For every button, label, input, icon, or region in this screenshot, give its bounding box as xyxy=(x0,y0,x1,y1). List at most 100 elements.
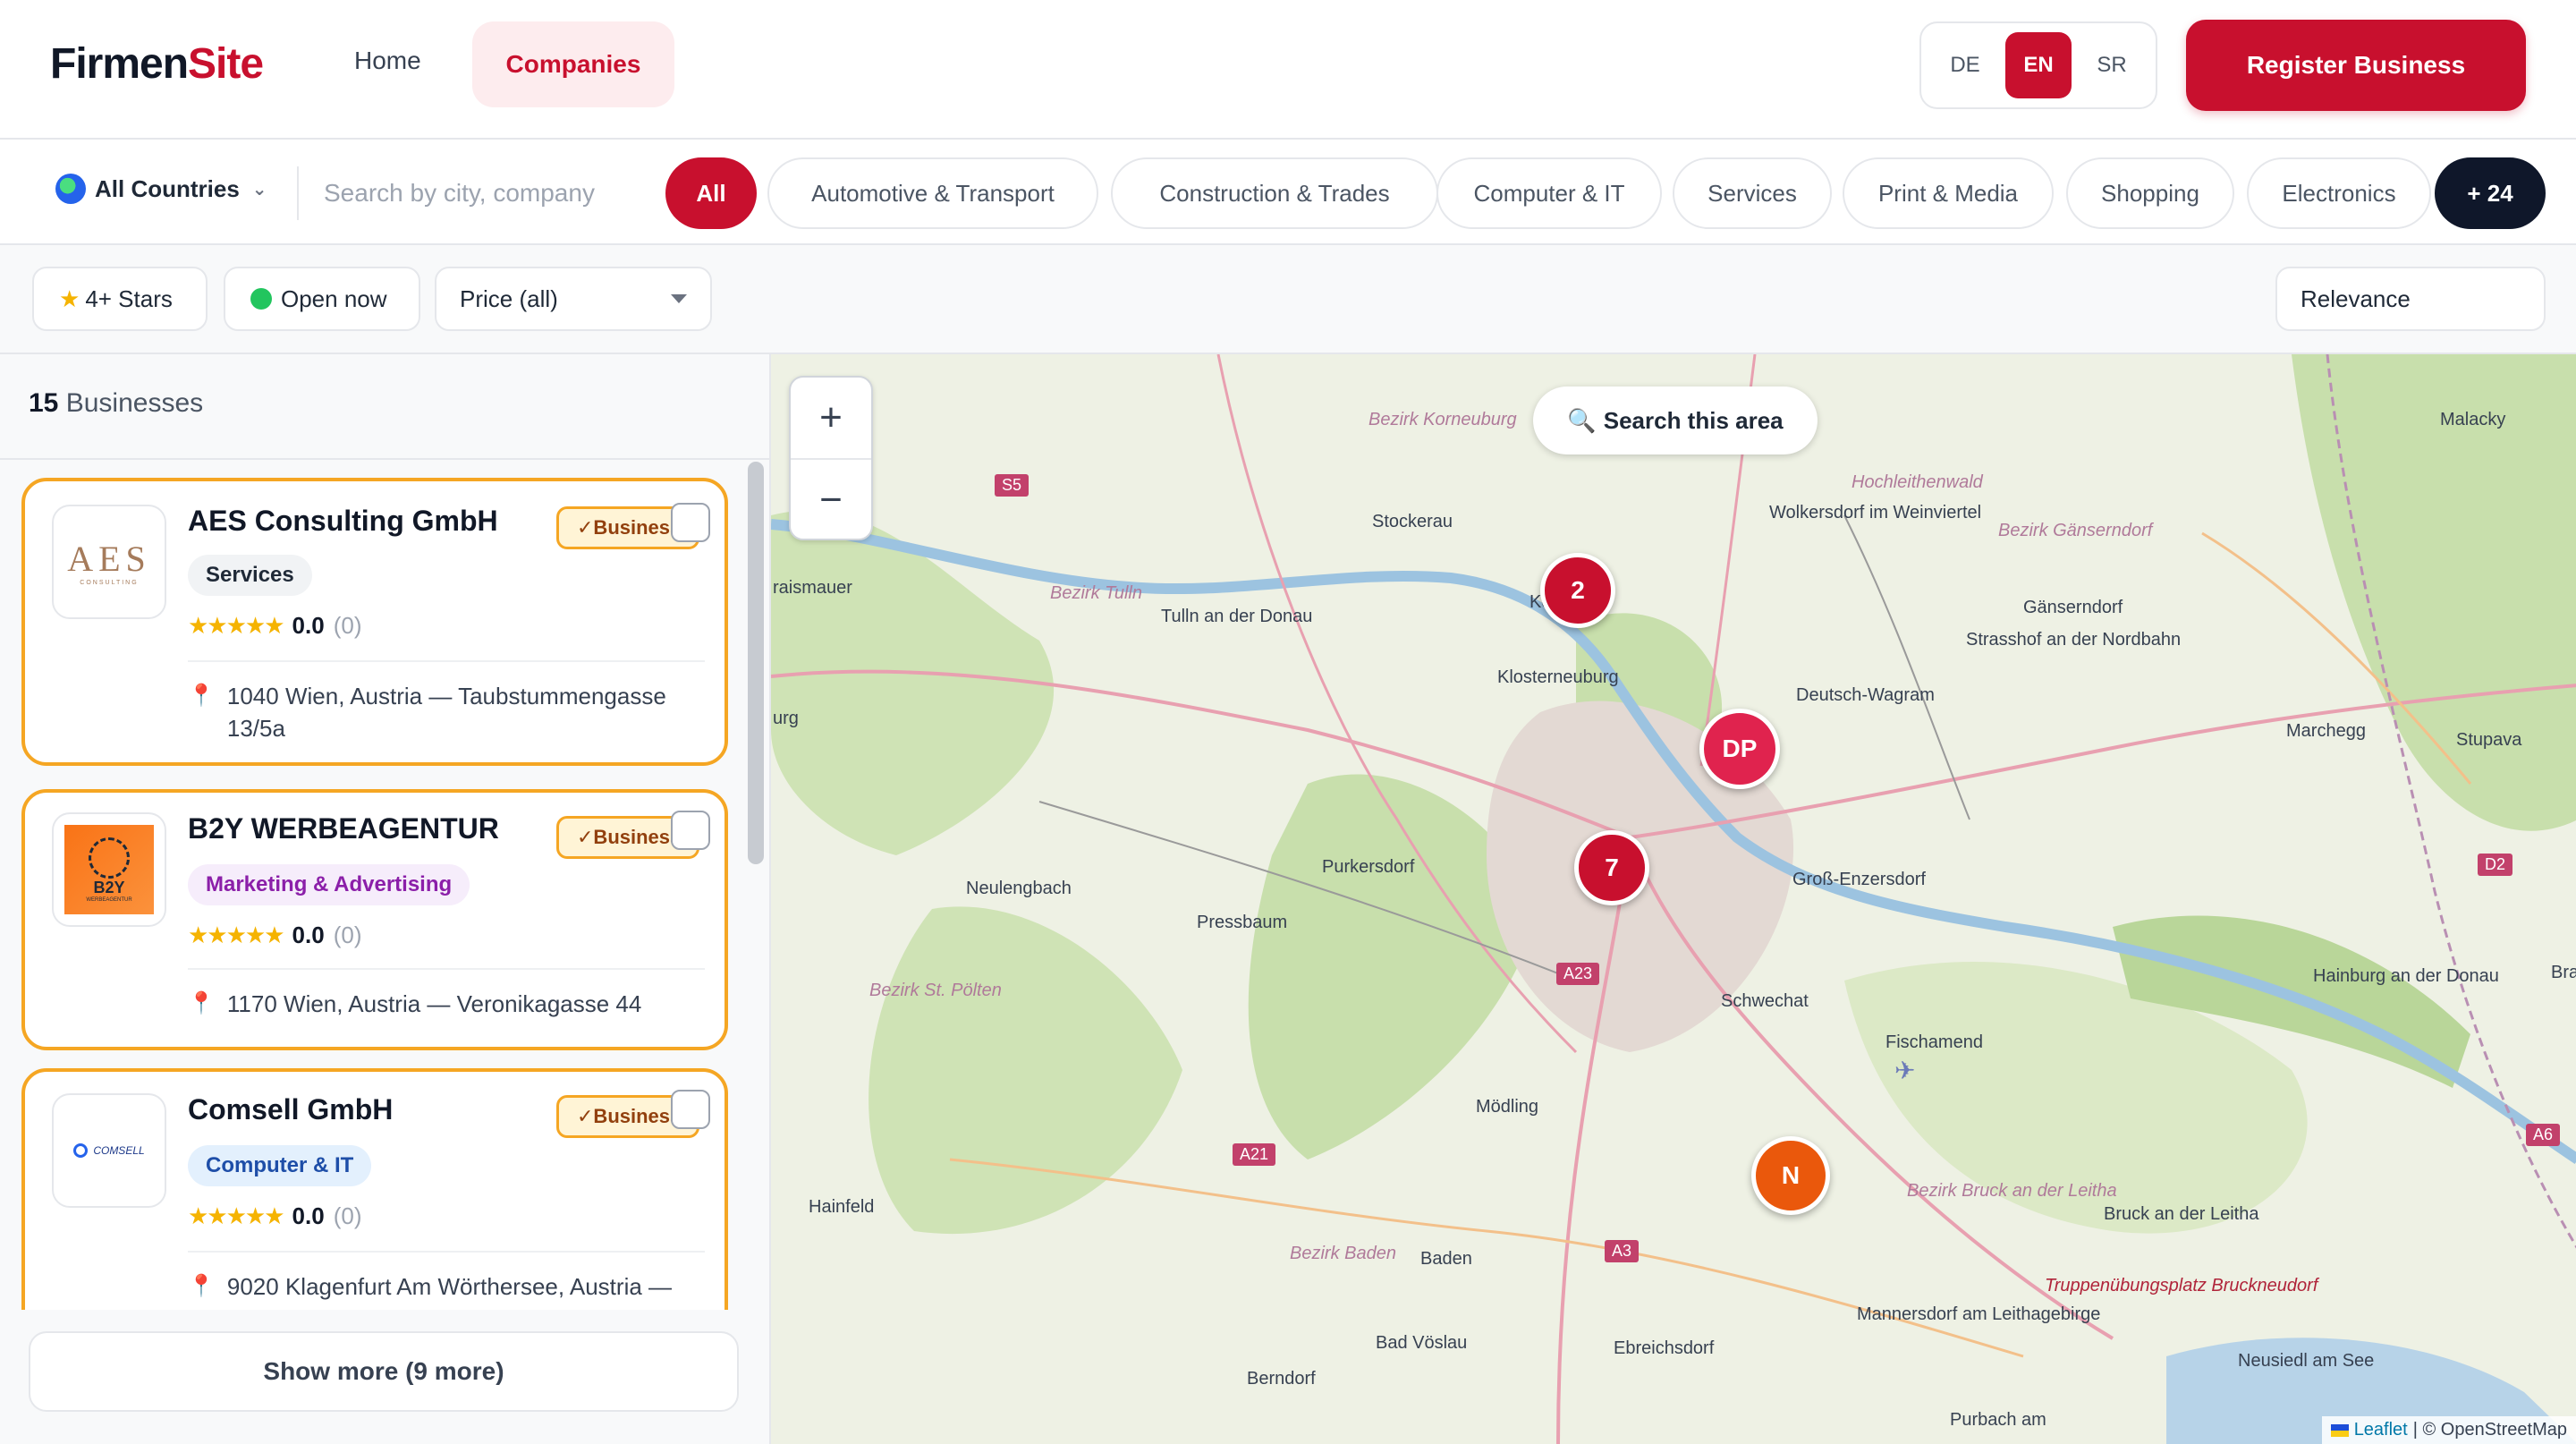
divider xyxy=(188,660,705,662)
map-place-label: Neulengbach xyxy=(966,879,1072,898)
map-place-label: Brat xyxy=(2551,963,2576,982)
map-place-label: Mödling xyxy=(1476,1097,1539,1117)
map-place-label: Stupava xyxy=(2456,730,2522,750)
map-place-label: Neusiedl am See xyxy=(2238,1351,2375,1371)
country-dropdown[interactable]: All Countries ⌄ xyxy=(55,174,267,204)
map-place-label: Truppenübungsplatz Bruckneudorf xyxy=(2045,1276,2318,1295)
map-place-label: Bezirk Bruck an der Leitha xyxy=(1907,1181,2117,1201)
business-logo: COMSELL xyxy=(52,1093,166,1208)
results-panel: 15 Businesses AES CONSULTING AES Consult… xyxy=(0,354,769,1444)
show-more-button[interactable]: Show more (9 more) xyxy=(29,1331,739,1412)
divider xyxy=(297,166,299,220)
zoom-out-button[interactable]: − xyxy=(791,460,871,540)
map-marker-cluster[interactable]: DP xyxy=(1699,709,1780,789)
chip-electronics[interactable]: Electronics xyxy=(2247,157,2431,229)
map-marker-cluster[interactable]: 2 xyxy=(1540,553,1615,628)
lang-en[interactable]: EN xyxy=(2005,32,2072,98)
caret-down-icon xyxy=(671,294,687,303)
map-place-label: Pressbaum xyxy=(1197,913,1288,932)
map-place-label: Bezirk Tulln xyxy=(1050,583,1142,603)
address-text: 1170 Wien, Austria — Veronikagasse 44 xyxy=(226,990,642,1017)
business-name[interactable]: Comsell GmbH xyxy=(188,1093,393,1126)
rating: ★★★★★ 0.0 (0) xyxy=(188,922,361,949)
lang-sr[interactable]: SR xyxy=(2079,32,2145,98)
map-place-label: Wolkersdorf im Weinviertel xyxy=(1769,503,1982,522)
map-place-label: Bad Vöslau xyxy=(1376,1333,1468,1353)
chip-all[interactable]: All xyxy=(665,157,757,229)
road-shield: D2 xyxy=(2478,854,2513,876)
business-address: 📍 1170 Wien, Austria — Veronikagasse 44 xyxy=(188,988,707,1020)
rating: ★★★★★ 0.0 (0) xyxy=(188,1202,361,1230)
map-marker-cluster[interactable]: 7 xyxy=(1574,830,1649,905)
category-tag: Marketing & Advertising xyxy=(188,864,470,905)
star-icon: ★ xyxy=(59,285,80,312)
results-scrollbar[interactable] xyxy=(748,462,764,864)
price-select[interactable]: Price (all) xyxy=(435,267,712,331)
map-attribution: Leaflet | © OpenStreetMap xyxy=(2321,1416,2576,1444)
chip-shopping[interactable]: Shopping xyxy=(2066,157,2234,229)
road-shield: A3 xyxy=(1605,1240,1640,1262)
results-list[interactable]: AES CONSULTING AES Consulting GmbH ✓Busi… xyxy=(0,460,769,1310)
logo[interactable]: FirmenSite xyxy=(50,39,264,89)
chip-automotive[interactable]: Automotive & Transport xyxy=(767,157,1098,229)
search-input[interactable] xyxy=(324,166,610,220)
sort-select[interactable]: Relevance xyxy=(2275,267,2546,331)
search-this-area-button[interactable]: 🔍 Search this area xyxy=(1533,386,1818,454)
chip-computer-it[interactable]: Computer & IT xyxy=(1436,157,1662,229)
chip-print-media[interactable]: Print & Media xyxy=(1843,157,2054,229)
register-business-button[interactable]: Register Business xyxy=(2186,20,2526,111)
logo-text: AES xyxy=(67,539,151,579)
divider xyxy=(188,968,705,970)
green-dot-icon xyxy=(250,288,272,310)
rating-stars: ★★★★★ xyxy=(188,1202,285,1229)
business-card[interactable]: B2Y WERBEAGENTUR B2Y WERBEAGENTUR ✓Busin… xyxy=(21,789,728,1050)
filter-open-now-button[interactable]: Open now xyxy=(224,267,420,331)
map-place-label: Marchegg xyxy=(2286,721,2366,741)
filter-open-label: Open now xyxy=(281,285,387,312)
road-shield: A23 xyxy=(1556,963,1600,985)
compare-checkbox[interactable] xyxy=(671,811,710,850)
sort-select-value: Relevance xyxy=(2301,285,2411,312)
ukraine-flag-icon xyxy=(2330,1423,2349,1437)
map-place-label: Schwechat xyxy=(1721,991,1809,1011)
search-this-area-label: Search this area xyxy=(1603,406,1784,434)
map-pin-icon: 📍 xyxy=(188,684,215,708)
chip-more-categories[interactable]: + 24 xyxy=(2435,157,2546,229)
filter-stars-button[interactable]: ★ 4+ Stars xyxy=(32,267,208,331)
map-marker-cluster[interactable]: N xyxy=(1751,1136,1830,1215)
logo-text-accent: Site xyxy=(188,40,264,88)
map-place-label: urg xyxy=(773,709,799,728)
top-header: FirmenSite Home Companies DE EN SR Regis… xyxy=(0,0,2576,140)
osm-attribution[interactable]: | © OpenStreetMap xyxy=(2413,1420,2567,1440)
lang-de[interactable]: DE xyxy=(1932,32,1998,98)
nav-home[interactable]: Home xyxy=(354,47,421,75)
results-count: 15 Businesses xyxy=(29,388,203,419)
road-shield: S5 xyxy=(995,474,1030,497)
nav-companies[interactable]: Companies xyxy=(472,21,674,107)
filter-bar: ★ 4+ Stars Open now Price (all) Relevanc… xyxy=(0,245,2576,354)
map-place-label: Baden xyxy=(1420,1249,1472,1269)
map-place-label: Deutsch-Wagram xyxy=(1796,685,1935,705)
leaflet-link[interactable]: Leaflet xyxy=(2354,1420,2408,1440)
chevron-down-icon: ⌄ xyxy=(251,179,267,200)
rating-stars: ★★★★★ xyxy=(188,922,285,948)
comsell-logo-icon xyxy=(73,1143,89,1158)
zoom-in-button[interactable]: + xyxy=(791,378,871,458)
review-count: (0) xyxy=(333,922,362,948)
airport-icon: ✈ xyxy=(1894,1057,1916,1084)
business-card[interactable]: AES CONSULTING AES Consulting GmbH ✓Busi… xyxy=(21,478,728,766)
business-name[interactable]: AES Consulting GmbH xyxy=(188,505,498,538)
logo-text-primary: Firmen xyxy=(50,40,189,88)
map-place-label: Tulln an der Donau xyxy=(1161,607,1313,626)
rating-stars: ★★★★★ xyxy=(188,612,285,639)
compare-checkbox[interactable] xyxy=(671,503,710,542)
business-card[interactable]: COMSELL Comsell GmbH ✓Business Computer … xyxy=(21,1068,728,1310)
chip-construction[interactable]: Construction & Trades xyxy=(1111,157,1438,229)
map-place-label: Berndorf xyxy=(1247,1369,1316,1389)
compare-checkbox[interactable] xyxy=(671,1090,710,1129)
business-name[interactable]: B2Y WERBEAGENTUR xyxy=(188,812,499,845)
map-view[interactable]: Bezirk Korneuburg Stockerau Hochleithenw… xyxy=(769,354,2576,1444)
chip-services[interactable]: Services xyxy=(1673,157,1832,229)
map-place-label: Klosterneuburg xyxy=(1497,667,1619,687)
logo-text: B2Y xyxy=(93,878,125,896)
